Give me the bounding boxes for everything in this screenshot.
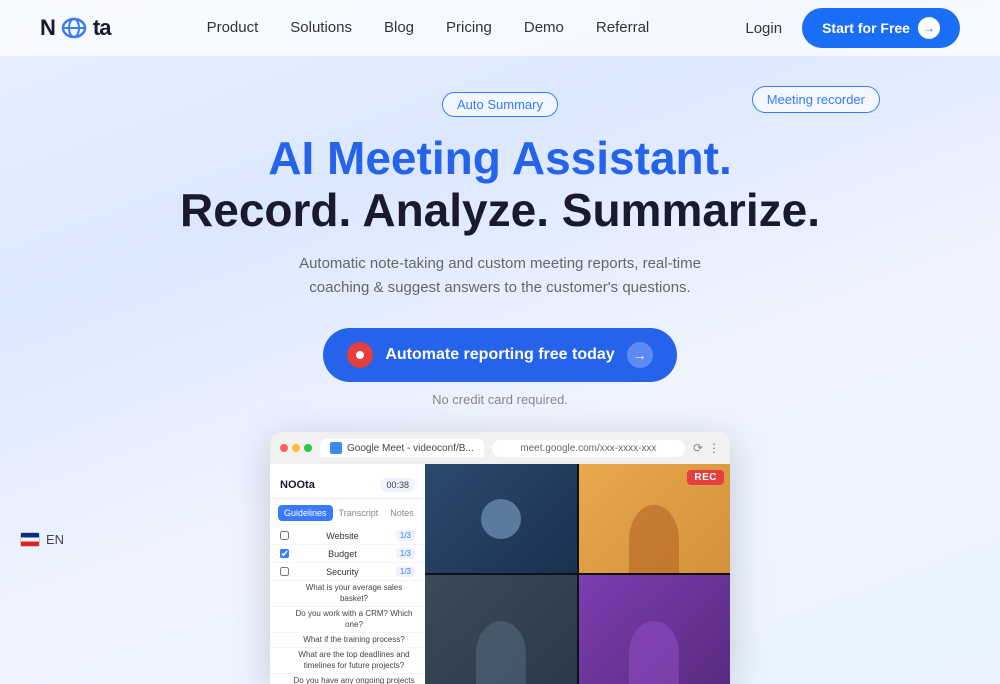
checklist-label-budget: Budget <box>294 549 391 559</box>
app-content: NOOta 00:38 Guidelines Transcript Notes … <box>270 464 730 684</box>
checklist-item-budget: Budget 1/3 <box>270 545 425 563</box>
language-selector[interactable]: EN <box>20 532 64 547</box>
video-grid: REC <box>425 464 730 684</box>
cta-arrow-icon: → <box>627 342 653 368</box>
question-4: What are the top deadlines and timelines… <box>270 648 425 674</box>
checklist-badge-website: 1/3 <box>396 530 415 541</box>
checklist-badge-security: 1/3 <box>396 566 415 577</box>
logo-icon <box>56 14 92 42</box>
record-icon <box>347 342 373 368</box>
browser-nav-icons: ⟳ ⋮ <box>693 441 720 455</box>
browser-tab[interactable]: Google Meet - videoconf/B... <box>320 439 484 457</box>
cta-wrapper: Automate reporting free today → No credi… <box>40 328 960 407</box>
close-dot <box>280 444 288 452</box>
rec-badge: REC <box>687 470 724 485</box>
checklist-item-security: Security 1/3 <box>270 563 425 581</box>
start-free-arrow-icon: → <box>918 17 940 39</box>
question-5: Do you have any ongoing projects or init… <box>270 674 425 684</box>
url-bar[interactable]: meet.google.com/xxx-xxxx-xxx <box>492 440 685 457</box>
video-cell-1 <box>425 464 577 573</box>
browser-bar: Google Meet - videoconf/B... meet.google… <box>270 432 730 464</box>
nav-product[interactable]: Product <box>207 19 259 36</box>
tab-transcript[interactable]: Transcript <box>333 505 385 521</box>
nav-demo[interactable]: Demo <box>524 19 564 36</box>
video-cell-3 <box>425 575 577 684</box>
nav-solutions[interactable]: Solutions <box>290 19 352 36</box>
tab-notes[interactable]: Notes <box>384 505 420 521</box>
refresh-icon: ⟳ <box>693 441 703 455</box>
meeting-recorder-badge: Meeting recorder <box>752 86 880 113</box>
checklist-label-security: Security <box>294 567 391 577</box>
meet-icon <box>330 442 342 454</box>
no-credit-text: No credit card required. <box>432 392 568 407</box>
browser-mockup-wrapper: Google Meet - videoconf/B... meet.google… <box>40 432 960 684</box>
hero-title-dark: Record. Analyze. Summarize. <box>40 184 960 237</box>
logo-text-n1: N <box>40 15 55 41</box>
maximize-dot <box>304 444 312 452</box>
language-code: EN <box>46 532 64 547</box>
checklist-item-website: Website 1/3 <box>270 527 425 545</box>
login-link[interactable]: Login <box>745 20 782 37</box>
app-tabs: Guidelines Transcript Notes <box>270 505 425 521</box>
app-sidebar: NOOta 00:38 Guidelines Transcript Notes … <box>270 464 425 684</box>
start-free-label: Start for Free <box>822 20 910 36</box>
video-cell-2: REC <box>579 464 731 573</box>
nav-pricing[interactable]: Pricing <box>446 19 492 36</box>
video-cell-4 <box>579 575 731 684</box>
app-logo: NOOta <box>280 479 315 491</box>
question-1: What is your average sales basket? <box>270 581 425 607</box>
hero-section: Auto Summary Meeting recorder AI Meeting… <box>0 56 1000 684</box>
minimize-dot <box>292 444 300 452</box>
question-2: Do you work with a CRM? Which one? <box>270 607 425 633</box>
nav-links: Product Solutions Blog Pricing Demo Refe… <box>207 19 650 37</box>
checkbox-budget[interactable] <box>280 549 289 558</box>
logo-text-ta: ta <box>93 15 111 41</box>
checklist-label-website: Website <box>294 531 391 541</box>
more-icon: ⋮ <box>708 441 720 455</box>
nav-referral[interactable]: Referral <box>596 19 649 36</box>
question-3: What if the training process? <box>270 633 425 648</box>
nav-blog[interactable]: Blog <box>384 19 414 36</box>
hero-title-blue: AI Meeting Assistant. <box>40 133 960 184</box>
browser-tab-label: Google Meet - videoconf/B... <box>347 443 474 454</box>
browser-mockup: Google Meet - videoconf/B... meet.google… <box>270 432 730 684</box>
navbar: N ta Product Solutions Blog Pricing Demo… <box>0 0 1000 56</box>
app-timer: 00:38 <box>380 478 415 492</box>
tab-guidelines[interactable]: Guidelines <box>278 505 333 521</box>
hero-subtitle: Automatic note-taking and custom meeting… <box>280 252 720 300</box>
app-header: NOOta 00:38 <box>270 472 425 499</box>
checkbox-website[interactable] <box>280 531 289 540</box>
cta-label: Automate reporting free today <box>385 346 614 364</box>
nav-right: Login Start for Free → <box>745 8 960 48</box>
auto-summary-badge: Auto Summary <box>442 92 558 117</box>
checkbox-security[interactable] <box>280 567 289 576</box>
flag-icon <box>20 532 40 547</box>
start-free-button[interactable]: Start for Free → <box>802 8 960 48</box>
checklist-badge-budget: 1/3 <box>396 548 415 559</box>
browser-dots <box>280 444 312 452</box>
logo: N ta <box>40 14 110 42</box>
cta-button[interactable]: Automate reporting free today → <box>323 328 676 382</box>
